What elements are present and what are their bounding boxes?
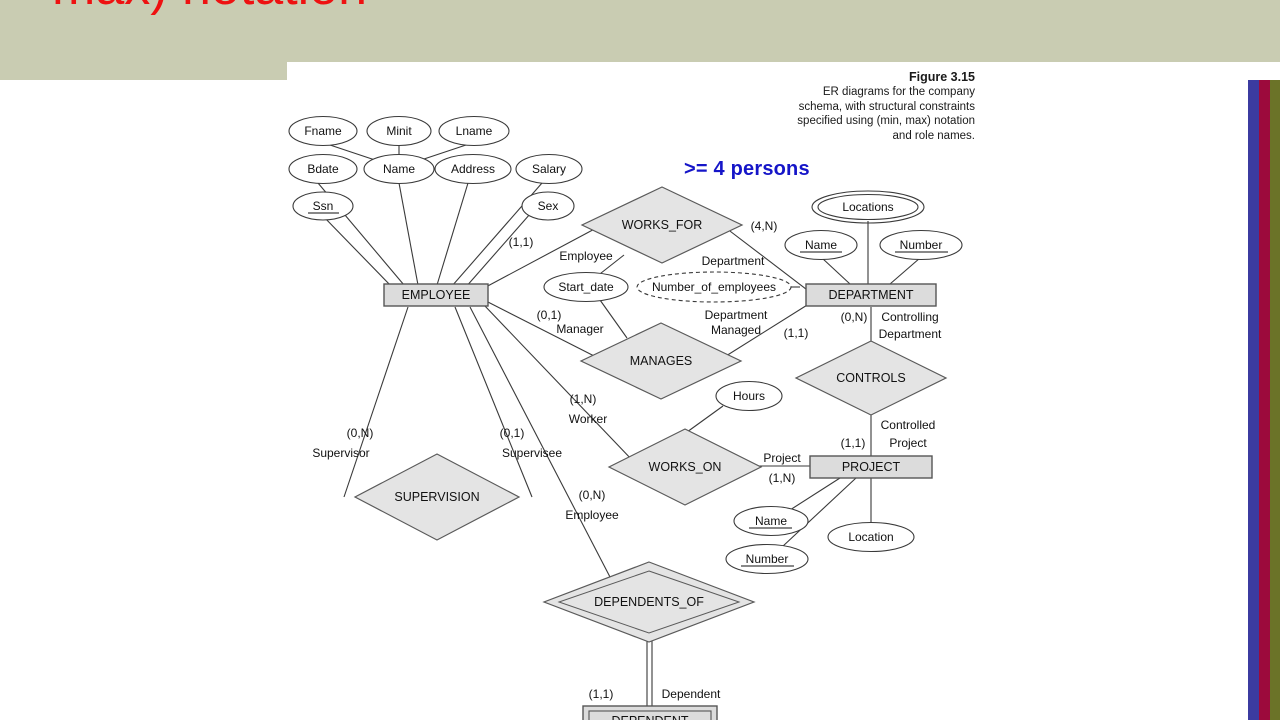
role-works-for-department: Department bbox=[702, 254, 765, 268]
employee-label: EMPLOYEE bbox=[402, 288, 471, 302]
card-dependents-of-employee: (0,N) bbox=[579, 488, 606, 502]
attr-salary-label: Salary bbox=[532, 162, 566, 176]
works-for-label: WORKS_FOR bbox=[622, 218, 703, 232]
role-works-for-employee: Employee bbox=[559, 249, 613, 263]
attr-ssn-label: Ssn bbox=[313, 199, 334, 213]
role-controls-project-line2: Project bbox=[889, 436, 927, 450]
attr-dept-number-label: Number bbox=[900, 238, 943, 252]
role-manages-employee: Manager bbox=[556, 322, 603, 336]
er-diagram: Fname Minit Lname Bdate Name Address Sal… bbox=[288, 115, 963, 720]
relationship-controls: CONTROLS bbox=[794, 340, 948, 416]
attr-lname-label: Lname bbox=[456, 124, 493, 138]
role-controls-department-line1: Controlling bbox=[881, 310, 938, 324]
manages-label: MANAGES bbox=[630, 354, 693, 368]
card-controls-project: (1,1) bbox=[841, 436, 866, 450]
attr-bdate-label: Bdate bbox=[307, 162, 339, 176]
role-manages-department-line2: Managed bbox=[711, 323, 761, 337]
card-works-for-employee: (1,1) bbox=[509, 235, 534, 249]
attr-address-label: Address bbox=[451, 162, 495, 176]
department-label: DEPARTMENT bbox=[829, 288, 914, 302]
entity-employee: EMPLOYEE bbox=[383, 283, 489, 307]
card-supervision-supervisee: (0,1) bbox=[500, 426, 525, 440]
works-on-attributes: Hours bbox=[715, 380, 783, 412]
role-works-on-employee: Worker bbox=[569, 412, 607, 426]
relationship-supervision: SUPERVISION bbox=[353, 453, 521, 541]
works-for-attributes: Start_date bbox=[543, 271, 629, 303]
attr-start-date-label: Start_date bbox=[558, 280, 614, 294]
project-attributes: Name Number Location bbox=[725, 505, 915, 575]
attr-name-label: Name bbox=[383, 162, 415, 176]
role-manages-department-line1: Department bbox=[705, 308, 768, 322]
card-supervision-supervisor: (0,N) bbox=[347, 426, 374, 440]
card-works-on-employee: (1,N) bbox=[570, 392, 597, 406]
attr-sex-label: Sex bbox=[538, 199, 559, 213]
supervision-label: SUPERVISION bbox=[394, 490, 479, 504]
role-dependents-of-employee: Employee bbox=[565, 508, 619, 522]
role-supervision-supervisor: Supervisor bbox=[312, 446, 369, 460]
attr-proj-name-label: Name bbox=[755, 514, 787, 528]
attr-fname-label: Fname bbox=[304, 124, 342, 138]
dependent-label: DEPENDENT bbox=[611, 714, 688, 720]
attr-number-of-employees-label: Number_of_employees bbox=[652, 280, 776, 294]
relationship-dependents-of: DEPENDENTS_OF bbox=[542, 561, 756, 643]
card-manages-department: (1,1) bbox=[784, 326, 809, 340]
entity-dependent: DEPENDENT bbox=[582, 705, 718, 720]
works-on-label: WORKS_ON bbox=[649, 460, 722, 474]
role-supervision-supervisee: Supervisee bbox=[502, 446, 562, 460]
attr-proj-location-label: Location bbox=[848, 530, 893, 544]
attr-proj-number-label: Number bbox=[746, 552, 789, 566]
card-manages-employee: (0,1) bbox=[537, 308, 562, 322]
card-works-for-department: (4,N) bbox=[751, 219, 778, 233]
employee-attributes: Fname Minit Lname Bdate Name Address Sal… bbox=[288, 115, 583, 221]
role-controls-department-line2: Department bbox=[879, 327, 942, 341]
attr-dept-name-label: Name bbox=[805, 238, 837, 252]
attr-minit-label: Minit bbox=[386, 124, 412, 138]
role-works-on-project: Project bbox=[763, 451, 801, 465]
card-dependents-of-dependent: (1,1) bbox=[589, 687, 614, 701]
project-label: PROJECT bbox=[842, 460, 901, 474]
dependents-of-label: DEPENDENTS_OF bbox=[594, 595, 704, 609]
attr-locations-label: Locations bbox=[842, 200, 893, 214]
role-dependents-of-dependent: Dependent bbox=[662, 687, 721, 701]
relationship-works-on: WORKS_ON bbox=[607, 428, 763, 506]
attr-hours-label: Hours bbox=[733, 389, 765, 403]
slide-canvas: max) notation Figure 3.15 ER diagrams fo… bbox=[0, 0, 1280, 720]
controls-label: CONTROLS bbox=[836, 371, 905, 385]
card-works-on-project: (1,N) bbox=[769, 471, 796, 485]
entity-project: PROJECT bbox=[809, 455, 933, 479]
card-controls-department: (0,N) bbox=[841, 310, 868, 324]
role-controls-project-line1: Controlled bbox=[881, 418, 936, 432]
entity-department: DEPARTMENT bbox=[805, 283, 937, 307]
